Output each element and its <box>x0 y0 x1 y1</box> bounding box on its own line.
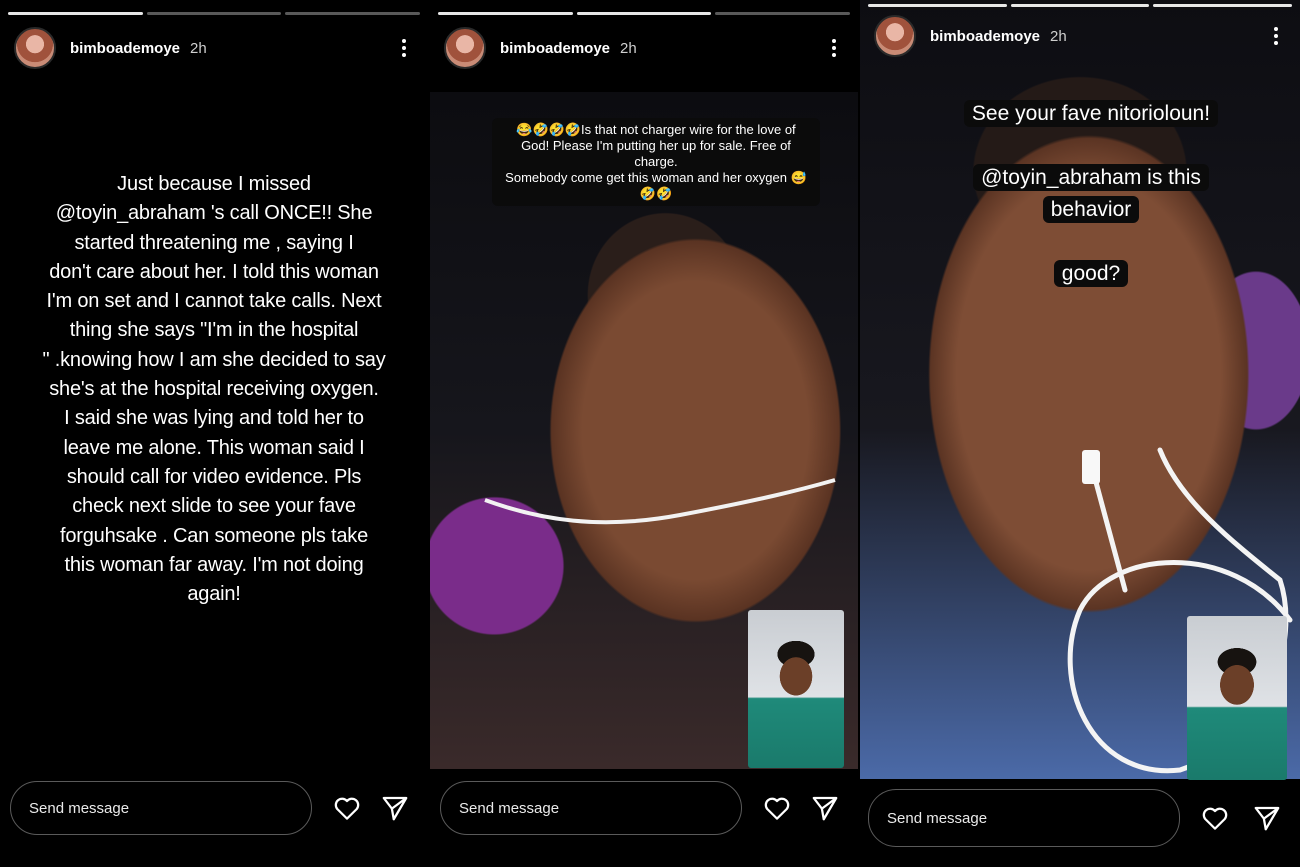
story-footer: Send message <box>430 769 858 867</box>
caption-line: good? <box>1053 260 1129 287</box>
avatar[interactable] <box>14 27 56 69</box>
post-time: 2h <box>1050 27 1067 45</box>
post-time: 2h <box>620 39 637 57</box>
story-header: bimboademoye 2h <box>874 15 1286 57</box>
send-icon[interactable] <box>380 793 410 823</box>
send-message-input[interactable]: Send message <box>868 789 1180 847</box>
post-time: 2h <box>190 39 207 57</box>
story-panel-1: bimboademoye 2h Just because I missed @t… <box>0 0 428 867</box>
story-panel-3: bimboademoye 2h See your fave nitoriolou… <box>860 0 1300 867</box>
story-header: bimboademoye 2h <box>444 27 844 69</box>
story-panel-2: bimboademoye 2h 😂🤣🤣🤣Is that not charger … <box>430 0 858 867</box>
send-message-input[interactable]: Send message <box>440 781 742 835</box>
avatar[interactable] <box>444 27 486 69</box>
more-icon[interactable] <box>1266 24 1286 48</box>
send-icon[interactable] <box>810 793 840 823</box>
progress-segment <box>285 12 421 15</box>
progress-segment <box>715 12 851 15</box>
username[interactable]: bimboademoye <box>500 40 610 57</box>
video-call-pip <box>748 610 844 768</box>
send-message-input[interactable]: Send message <box>10 781 312 835</box>
video-call-pip <box>1187 616 1287 780</box>
caption-line: See your fave nitorioloun! <box>963 100 1219 127</box>
story-footer: Send message <box>0 769 428 867</box>
username[interactable]: bimboademoye <box>930 28 1040 45</box>
story-footer: Send message <box>860 779 1300 867</box>
more-icon[interactable] <box>824 36 844 60</box>
story-progress-bar <box>438 12 851 15</box>
caption-sticker: 😂🤣🤣🤣Is that not charger wire for the lov… <box>492 118 820 206</box>
username[interactable]: bimboademoye <box>70 40 180 57</box>
heart-icon[interactable] <box>332 793 362 823</box>
story-header: bimboademoye 2h <box>14 27 414 69</box>
progress-segment <box>576 12 712 15</box>
progress-segment <box>438 12 573 15</box>
avatar[interactable] <box>874 15 916 57</box>
progress-segment <box>1153 4 1293 7</box>
progress-segment <box>1010 4 1150 7</box>
caption-line: @toyin_abraham is this behavior <box>973 164 1209 223</box>
send-icon[interactable] <box>1252 803 1282 833</box>
progress-segment <box>868 4 1007 7</box>
caption-sticker: See your fave nitorioloun! @toyin_abraha… <box>930 64 1252 292</box>
progress-segment <box>146 12 282 15</box>
heart-icon[interactable] <box>762 793 792 823</box>
story-progress-bar <box>868 4 1293 7</box>
story-text: Just because I missed @toyin_abraham 's … <box>42 173 386 606</box>
more-icon[interactable] <box>394 36 414 60</box>
progress-segment <box>8 12 143 15</box>
story-progress-bar <box>8 12 421 15</box>
heart-icon[interactable] <box>1200 803 1230 833</box>
